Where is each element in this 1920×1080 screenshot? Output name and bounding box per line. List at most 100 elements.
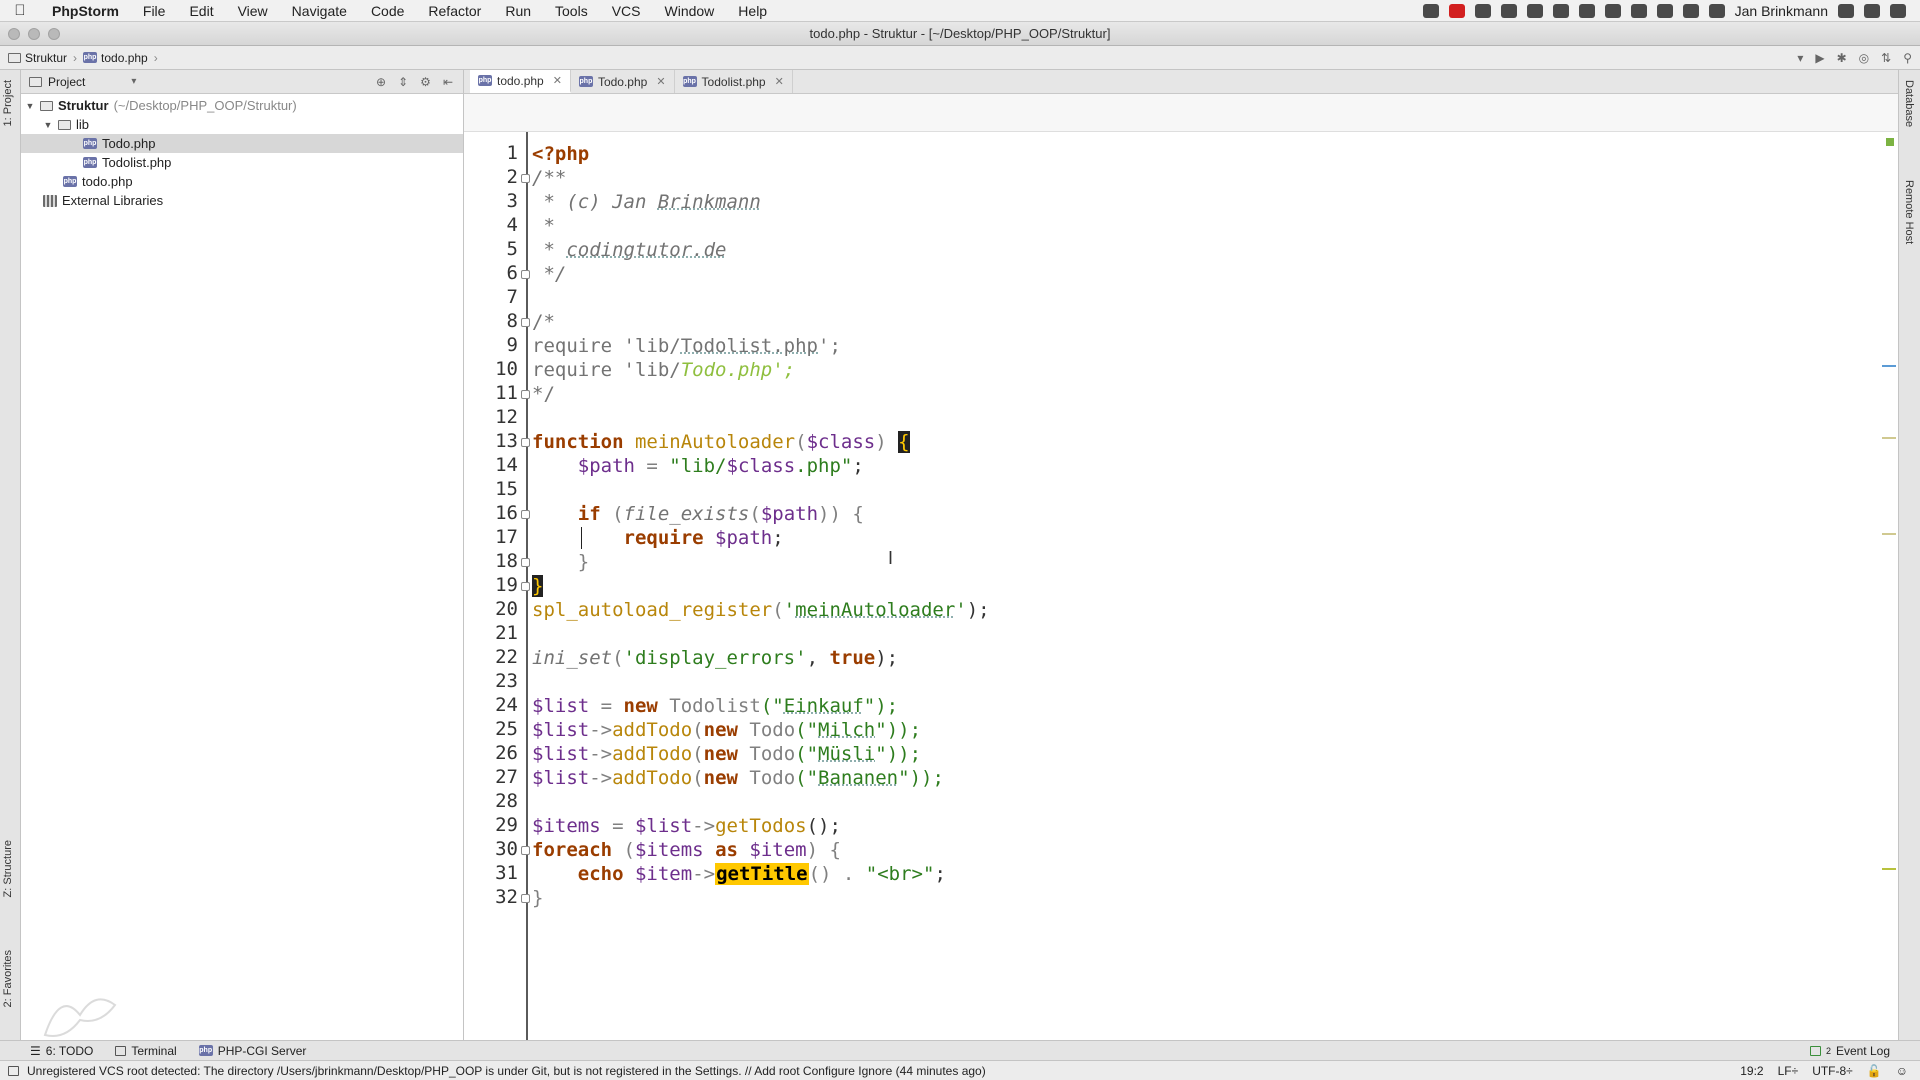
- line-number[interactable]: 9: [468, 334, 518, 356]
- error-stripe-marker[interactable]: [1882, 533, 1896, 535]
- fold-marker-icon[interactable]: [521, 582, 530, 591]
- lock-icon[interactable]: 🔓: [1867, 1064, 1882, 1078]
- analysis-ok-icon[interactable]: [1886, 138, 1894, 146]
- code-line[interactable]: require $path;: [532, 526, 784, 550]
- code-line[interactable]: /*: [532, 310, 555, 334]
- fold-marker-icon[interactable]: [521, 174, 530, 183]
- user-avatar-icon[interactable]: [1838, 3, 1854, 18]
- code-line[interactable]: ini_set('display_errors', true);: [532, 646, 898, 670]
- line-number[interactable]: 29: [468, 814, 518, 836]
- tray-dropbox-icon[interactable]: [1604, 3, 1621, 18]
- vcs-status-message[interactable]: Unregistered VCS root detected: The dire…: [27, 1064, 986, 1078]
- toggle-tool-windows-icon[interactable]: [8, 1065, 19, 1076]
- run-configuration-dropdown-icon[interactable]: ▾: [1797, 51, 1803, 65]
- line-number[interactable]: 27: [468, 766, 518, 788]
- tree-item-lib[interactable]: ▼ lib: [21, 115, 463, 134]
- vcs-update-icon[interactable]: ⇅: [1881, 51, 1891, 65]
- encoding-selector[interactable]: UTF-8÷: [1812, 1064, 1853, 1078]
- line-number[interactable]: 4: [468, 214, 518, 236]
- code-line[interactable]: if (file_exists($path)) {: [532, 502, 864, 526]
- fold-marker-icon[interactable]: [521, 558, 530, 567]
- tray-plus-icon[interactable]: [1630, 3, 1647, 18]
- structure-tool-tab[interactable]: Z: Structure: [2, 840, 14, 897]
- close-icon[interactable]: ✕: [771, 75, 784, 88]
- coverage-icon[interactable]: ◎: [1859, 51, 1869, 65]
- code-line[interactable]: $list->addTodo(new Todo("Müsli"));: [532, 742, 921, 766]
- fold-marker-icon[interactable]: [521, 894, 530, 903]
- favorites-tool-tab[interactable]: 2: Favorites: [2, 950, 14, 1007]
- breadcrumb-project[interactable]: Struktur: [8, 51, 73, 65]
- spotlight-search-icon[interactable]: [1864, 3, 1880, 18]
- menu-view[interactable]: View: [226, 3, 280, 19]
- terminal-tool-button[interactable]: Terminal: [115, 1044, 177, 1058]
- tree-item-todo-class[interactable]: php Todo.php: [21, 134, 463, 153]
- tree-item-external-libraries[interactable]: External Libraries: [21, 191, 463, 210]
- line-number[interactable]: 17: [468, 526, 518, 548]
- expand-arrow-icon[interactable]: ▼: [43, 120, 53, 130]
- line-number[interactable]: 7: [468, 286, 518, 308]
- menu-help[interactable]: Help: [726, 3, 779, 19]
- line-number[interactable]: 25: [468, 718, 518, 740]
- menu-tools[interactable]: Tools: [543, 3, 600, 19]
- code-line[interactable]: * (c) Jan Brinkmann: [532, 190, 760, 214]
- line-number[interactable]: 23: [468, 670, 518, 692]
- todo-tool-button[interactable]: ☰ 6: TODO: [30, 1044, 93, 1058]
- line-number[interactable]: 21: [468, 622, 518, 644]
- chevron-down-icon[interactable]: ▾: [91, 76, 136, 87]
- code-line[interactable]: require 'lib/Todo.php';: [532, 358, 795, 382]
- menu-code[interactable]: Code: [359, 3, 416, 19]
- tree-item-struktur[interactable]: ▼ Struktur (~/Desktop/PHP_OOP/Struktur): [21, 96, 463, 115]
- code-line[interactable]: $path = "lib/$class.php";: [532, 454, 864, 478]
- hide-panel-icon[interactable]: ⇤: [443, 75, 453, 89]
- menu-app-phpstorm[interactable]: PhpStorm: [40, 3, 131, 19]
- gear-icon[interactable]: ⚙: [420, 75, 431, 89]
- notification-center-icon[interactable]: [1890, 3, 1906, 18]
- menu-window[interactable]: Window: [653, 3, 727, 19]
- code-line[interactable]: $items = $list->getTodos();: [532, 814, 841, 838]
- close-icon[interactable]: ✕: [652, 75, 665, 88]
- error-stripe-marker[interactable]: [1882, 437, 1896, 439]
- line-number[interactable]: 20: [468, 598, 518, 620]
- code-line[interactable]: *: [532, 214, 554, 238]
- code-line[interactable]: * codingtutor.de: [532, 238, 726, 262]
- tab-todo-php[interactable]: php todo.php ✕: [470, 70, 571, 93]
- tab-todo-class-php[interactable]: php Todo.php ✕: [571, 70, 675, 93]
- code-line[interactable]: echo $item->getTitle() . "<br>";: [532, 862, 946, 886]
- tree-item-todo-script[interactable]: php todo.php: [21, 172, 463, 191]
- search-everywhere-icon[interactable]: ⚲: [1903, 51, 1912, 65]
- code-line[interactable]: foreach ($items as $item) {: [532, 838, 841, 862]
- caret-position[interactable]: 19:2: [1740, 1064, 1763, 1078]
- code-line[interactable]: <?php: [532, 142, 589, 166]
- line-number[interactable]: 26: [468, 742, 518, 764]
- code-line[interactable]: $list = new Todolist("Einkauf");: [532, 694, 898, 718]
- line-number[interactable]: 13: [468, 430, 518, 452]
- line-number[interactable]: 22: [468, 646, 518, 668]
- code-line[interactable]: require 'lib/Todolist.php';: [532, 334, 841, 358]
- run-icon[interactable]: ▶: [1815, 51, 1824, 65]
- menu-navigate[interactable]: Navigate: [280, 3, 359, 19]
- line-number[interactable]: 16: [468, 502, 518, 524]
- line-number[interactable]: 30: [468, 838, 518, 860]
- php-cgi-server-tool-button[interactable]: php PHP-CGI Server: [198, 1044, 306, 1058]
- time-machine-icon[interactable]: [1708, 3, 1725, 18]
- menu-refactor[interactable]: Refactor: [416, 3, 493, 19]
- fold-marker-icon[interactable]: [521, 318, 530, 327]
- error-stripe-marker[interactable]: [1882, 868, 1896, 870]
- close-icon[interactable]: ✕: [549, 74, 562, 87]
- apple-icon[interactable]: : [0, 2, 40, 19]
- line-number-gutter[interactable]: 1 2 3 4 5 6 7 8 9 10 11 12 13 14 15 16 17 18 19 20 21 22 23 24 2…: [464, 132, 526, 1040]
- fold-marker-icon[interactable]: [521, 438, 530, 447]
- inspector-icon[interactable]: ☺: [1896, 1064, 1908, 1078]
- line-number[interactable]: 12: [468, 406, 518, 428]
- code-line[interactable]: */: [532, 262, 566, 286]
- menu-file[interactable]: File: [131, 3, 178, 19]
- volume-icon[interactable]: [1656, 3, 1673, 18]
- code-line[interactable]: $list->addTodo(new Todo("Milch"));: [532, 718, 921, 742]
- line-number[interactable]: 8: [468, 310, 518, 332]
- line-number[interactable]: 28: [468, 790, 518, 812]
- line-number[interactable]: 3: [468, 190, 518, 212]
- line-number[interactable]: 31: [468, 862, 518, 884]
- code-line[interactable]: function meinAutoloader($class) {: [532, 430, 910, 454]
- tray-1password-icon[interactable]: [1500, 3, 1517, 18]
- line-number[interactable]: 6: [468, 262, 518, 284]
